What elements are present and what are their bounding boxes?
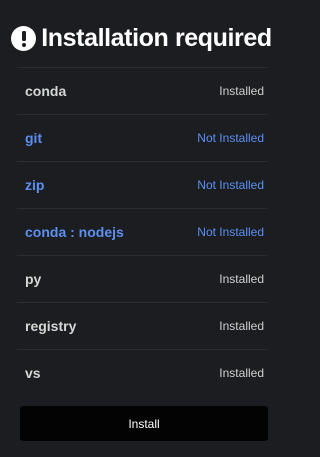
page-title: Installation required: [41, 23, 272, 52]
dialog-header: Installation required: [0, 22, 283, 54]
package-name: zip: [25, 177, 45, 193]
package-name: conda: [25, 83, 67, 99]
package-name: conda : nodejs: [25, 224, 124, 240]
list-item: registry Installed: [17, 302, 268, 349]
exclamation-circle-icon: [11, 25, 37, 51]
package-name: py: [25, 271, 42, 287]
list-item: git Not Installed: [17, 114, 268, 161]
package-name: vs: [25, 365, 41, 381]
status-label: Not Installed: [197, 225, 264, 239]
list-item: conda : nodejs Not Installed: [17, 208, 268, 255]
list-item: zip Not Installed: [17, 161, 268, 208]
status-label: Not Installed: [197, 131, 264, 145]
status-label: Installed: [219, 272, 264, 286]
package-name: registry: [25, 318, 77, 334]
list-item: py Installed: [17, 255, 268, 302]
status-label: Not Installed: [197, 178, 264, 192]
list-item: vs Installed: [17, 349, 268, 396]
list-item: conda Installed: [17, 67, 268, 114]
requirements-list: conda Installed git Not Installed zip No…: [17, 67, 268, 396]
status-label: Installed: [219, 84, 264, 98]
install-button[interactable]: Install: [20, 406, 268, 441]
status-label: Installed: [219, 319, 264, 333]
status-label: Installed: [219, 366, 264, 380]
package-name: git: [25, 130, 43, 146]
